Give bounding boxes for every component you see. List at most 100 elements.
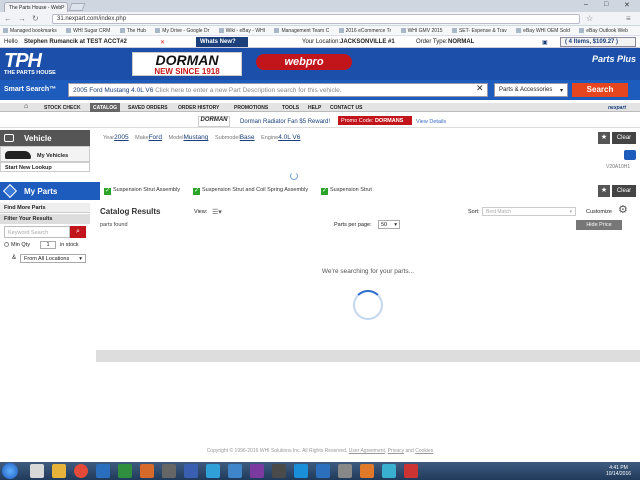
privacy-link[interactable]: Privacy (388, 448, 404, 454)
minimize-button[interactable]: – (584, 1, 588, 8)
bookmark[interactable]: eBay Outlook Web (576, 26, 633, 34)
per-page-select[interactable]: 50 ▾ (378, 220, 400, 229)
app-icon[interactable] (338, 464, 352, 478)
nav-order-history[interactable]: ORDER HISTORY (178, 105, 219, 111)
new-tab-button[interactable] (68, 3, 86, 11)
location-select[interactable]: JACKSONVILLE #1 (340, 39, 395, 45)
app-icon[interactable] (382, 464, 396, 478)
engine-link[interactable]: 4.0L V6 (278, 134, 300, 141)
user-agreement-link[interactable]: User Agreement (349, 448, 385, 454)
dorman-ad[interactable]: DORMAN NEW SINCE 1918 (132, 52, 242, 76)
part-chip[interactable]: ✓ Suspension Strut Assembly (104, 187, 180, 195)
bookmark-star-icon[interactable]: ☆ (586, 14, 593, 23)
bookmark[interactable]: eBay WHI OEM Sold (513, 26, 575, 34)
bookmark[interactable]: My Drive - Google Dr (152, 26, 214, 34)
gear-icon[interactable]: ⚙ (618, 205, 628, 216)
start-button[interactable] (2, 463, 18, 479)
bookmark[interactable]: WHI GMV 2015 (398, 26, 448, 34)
min-qty-input[interactable]: 1 (40, 241, 56, 249)
chevron-down-icon: ▾ (559, 88, 563, 94)
whats-new-button[interactable]: Whats New? (196, 37, 248, 47)
url-input[interactable]: 31.nexpart.com/index.php (52, 14, 580, 24)
bookmark[interactable]: WHI Sugar CRM (63, 26, 115, 34)
year-link[interactable]: 2005 (114, 134, 128, 141)
keyword-search-input[interactable]: Keyword Search (4, 226, 70, 238)
clear-vehicle-button[interactable]: Clear (612, 132, 636, 144)
word-icon[interactable] (96, 464, 110, 478)
customize-link[interactable]: Customize (586, 209, 612, 215)
maximize-button[interactable]: □ (604, 1, 608, 8)
browser-tab[interactable]: The Parts House - WebP (4, 2, 68, 12)
part-chip[interactable]: ✓ Suspension Strut and Coil Spring Assemb… (193, 187, 308, 195)
clear-search-icon[interactable]: ✕ (476, 83, 484, 94)
nav-promotions[interactable]: PROMOTIONS (234, 105, 268, 111)
my-vehicles-button[interactable]: My Vehicles (0, 146, 90, 162)
part-chip[interactable]: ✓ Suspension Strut (321, 187, 372, 195)
app-icon[interactable] (316, 464, 330, 478)
bookmark[interactable]: 2016 eCommerce Tr (336, 26, 397, 34)
bookmark[interactable]: Managed bookmarks (0, 26, 62, 34)
model-link[interactable]: Mustang (183, 134, 208, 141)
outlook-icon[interactable] (184, 464, 198, 478)
app-icon[interactable] (228, 464, 242, 478)
search-button[interactable]: Search (572, 83, 628, 97)
hide-price-button[interactable]: Hide Price (576, 220, 622, 230)
sort-select[interactable]: Best Match ▾ (482, 207, 576, 216)
powerpoint-icon[interactable] (140, 464, 154, 478)
find-more-parts[interactable]: Find More Parts (0, 203, 90, 213)
favorite-parts-star-icon[interactable]: ★ (598, 185, 610, 197)
view-details-link[interactable]: View Details (416, 119, 446, 125)
favorite-vehicle-star-icon[interactable]: ★ (598, 132, 610, 144)
cart-button[interactable]: ( 4 Items, $109.27 ) (560, 37, 636, 47)
nav-stock-check[interactable]: STOCK CHECK (44, 105, 81, 111)
ie-icon[interactable] (206, 464, 220, 478)
app-icon[interactable] (360, 464, 374, 478)
app-icon[interactable] (272, 464, 286, 478)
order-type-select[interactable]: NORMAL (448, 39, 474, 45)
bookmark[interactable]: Management Team C (271, 26, 334, 34)
nav-catalog[interactable]: CATALOG (90, 103, 120, 112)
list-view-icon[interactable]: ☰▾ (212, 208, 222, 216)
submodel-link[interactable]: Base (240, 134, 255, 141)
forward-icon[interactable]: → (18, 14, 26, 23)
selected-parts: ✓ Suspension Strut Assembly ✓ Suspension S… (100, 184, 640, 198)
bookmark[interactable]: The Hub (117, 26, 151, 34)
min-qty-option[interactable]: Min Qty (4, 242, 30, 248)
cookies-link[interactable]: Cookies (415, 448, 433, 454)
category-select[interactable]: Parts & Accessories ▾ (494, 83, 568, 97)
tph-logo[interactable]: TPH THE PARTS HOUSE (4, 51, 60, 78)
chrome-icon[interactable] (74, 464, 88, 478)
home-icon[interactable]: ⌂ (24, 103, 34, 112)
app-icon[interactable] (162, 464, 176, 478)
my-parts-header[interactable]: My Parts (0, 182, 100, 200)
start-new-lookup[interactable]: Start New Lookup (0, 162, 90, 172)
app-icon[interactable] (30, 464, 44, 478)
system-clock[interactable]: 4:41 PM 10/14/2016 (606, 465, 631, 477)
location-filter-select[interactable]: From All Locations ▾ (20, 254, 86, 263)
bookmark[interactable]: SET- Expense & Trav (449, 26, 512, 34)
cart-icon[interactable]: ▣ (542, 39, 548, 46)
excel-icon[interactable] (118, 464, 132, 478)
vehicle-detail-icon[interactable] (624, 150, 636, 160)
smart-search-input[interactable]: 2005 Ford Mustang 4.0L V6 Click here to … (68, 83, 488, 97)
onenote-icon[interactable] (250, 464, 264, 478)
close-window-button[interactable]: ✕ (624, 1, 630, 9)
back-icon[interactable]: ← (4, 14, 12, 23)
promo-logo: DORMAN (198, 116, 230, 127)
app-icon[interactable] (404, 464, 418, 478)
nav-contact-us[interactable]: CONTACT US (330, 105, 362, 111)
promo-text[interactable]: Dorman Radiator Fan $5 Reward! (240, 119, 330, 125)
make-link[interactable]: Ford (149, 134, 162, 141)
logout-icon[interactable]: ✕ (160, 39, 165, 46)
vehicle-header[interactable]: Vehicle (0, 130, 90, 146)
bookmark[interactable]: Wiki - eBay - WHI (216, 26, 270, 34)
nav-help[interactable]: HELP (308, 105, 321, 111)
nav-tools[interactable]: TOOLS (282, 105, 299, 111)
nav-saved-orders[interactable]: SAVED ORDERS (128, 105, 168, 111)
menu-icon[interactable]: ≡ (626, 14, 631, 23)
reload-icon[interactable]: ↻ (32, 14, 39, 23)
skype-icon[interactable] (294, 464, 308, 478)
folder-icon[interactable] (52, 464, 66, 478)
search-icon[interactable]: ⌕ (70, 226, 86, 238)
clear-parts-button[interactable]: Clear (612, 185, 636, 197)
